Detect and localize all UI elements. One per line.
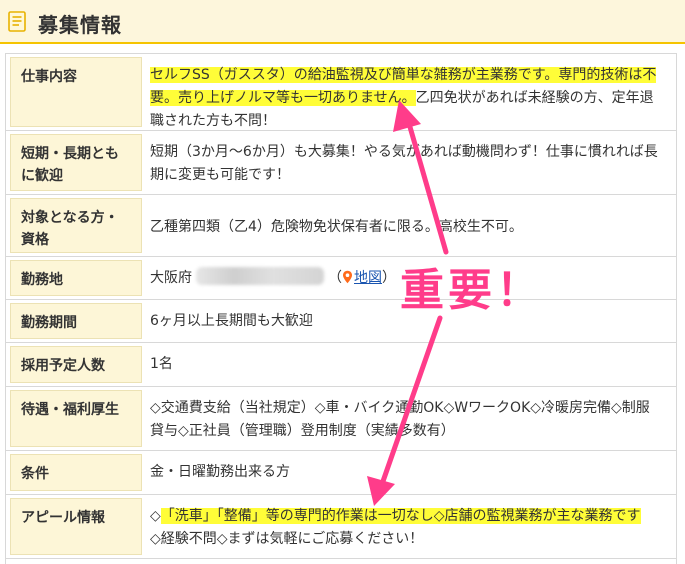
- row-label: 勤務期間: [10, 303, 142, 339]
- job-info-table: 仕事内容 セルフSS（ガススタ）の給油監視及び簡単な雑務が主業務です。専門的技術…: [5, 53, 677, 564]
- important-annotation: 重要！: [400, 265, 544, 316]
- row-value: セルフSS（ガススタ）の給油監視及び簡単な雑務が主業務です。専門的技術は不 要。…: [150, 67, 657, 129]
- table-row: 勤務期間 6ヶ月以上長期間も大歓迎: [6, 300, 676, 343]
- row-value: 金・日曜勤務出来る方: [150, 464, 290, 480]
- table-row: 短期・長期とも に歓迎 短期（3か月〜6か月）も大募集！やる気があれば動機問わず！…: [6, 131, 676, 195]
- row-label: 短期・長期とも に歓迎: [10, 134, 142, 191]
- row-label: 採用予定人数: [10, 346, 142, 383]
- row-label: 勤務地: [10, 260, 142, 296]
- section-header: 募集情報: [0, 0, 685, 44]
- table-row: 対象となる方・ 資格 乙種第四類（乙4）危険物免状保有者に限る。高校生不可。: [6, 195, 676, 257]
- highlighted-text: 「洗車」「整備」等の専門的作業は一切なし◇店舗の監視業務が主な業務です: [160, 508, 641, 524]
- row-label: アピール情報: [10, 498, 142, 555]
- table-row: アピール情報 ◇「洗車」「整備」等の専門的作業は一切なし◇店舗の監視業務が主な業…: [6, 495, 676, 559]
- section-title: 募集情報: [38, 13, 122, 37]
- row-value: 短期（3か月〜6か月）も大募集！やる気があれば動機問わず！仕事に慣れれば長 期に変…: [150, 144, 658, 183]
- row-label: 仕事内容: [10, 57, 142, 127]
- table-row: 待遇・福利厚生 ◇交通費支給（当社規定）◇車・バイク通勤OK◇WワークOK◇冷暖…: [6, 387, 676, 451]
- table-row: 条件 金・日曜勤務出来る方: [6, 451, 676, 495]
- map-link[interactable]: 地図: [354, 270, 382, 286]
- document-icon: [8, 11, 26, 32]
- row-value: 乙種第四類（乙4）危険物免状保有者に限る。高校生不可。: [150, 219, 523, 235]
- row-value: ◇交通費支給（当社規定）◇車・バイク通勤OK◇WワークOK◇冷暖房完備◇制服 貸与…: [150, 400, 650, 439]
- highlighted-text: 要。売り上げノルマ等も一切ありません。: [150, 90, 416, 106]
- row-label: 条件: [10, 454, 142, 491]
- map-pin-icon: [343, 270, 352, 284]
- row-value: ◇「洗車」「整備」等の専門的作業は一切なし◇店舗の監視業務が主な業務です ◇経験…: [150, 508, 641, 547]
- table-row: 勤務地 大阪府（地図）: [6, 257, 676, 300]
- row-label: 対象となる方・ 資格: [10, 198, 142, 253]
- highlighted-text: セルフSS（ガススタ）の給油監視及び簡単な雑務が主業務です。専門的技術は不: [150, 67, 657, 83]
- table-row: 仕事内容 セルフSS（ガススタ）の給油監視及び簡単な雑務が主業務です。専門的技術…: [6, 54, 676, 131]
- row-label: 待遇・福利厚生: [10, 390, 142, 447]
- table-row: 採用予定人数 1名: [6, 343, 676, 387]
- row-value: 1名: [150, 356, 173, 372]
- redacted-address: [196, 267, 324, 285]
